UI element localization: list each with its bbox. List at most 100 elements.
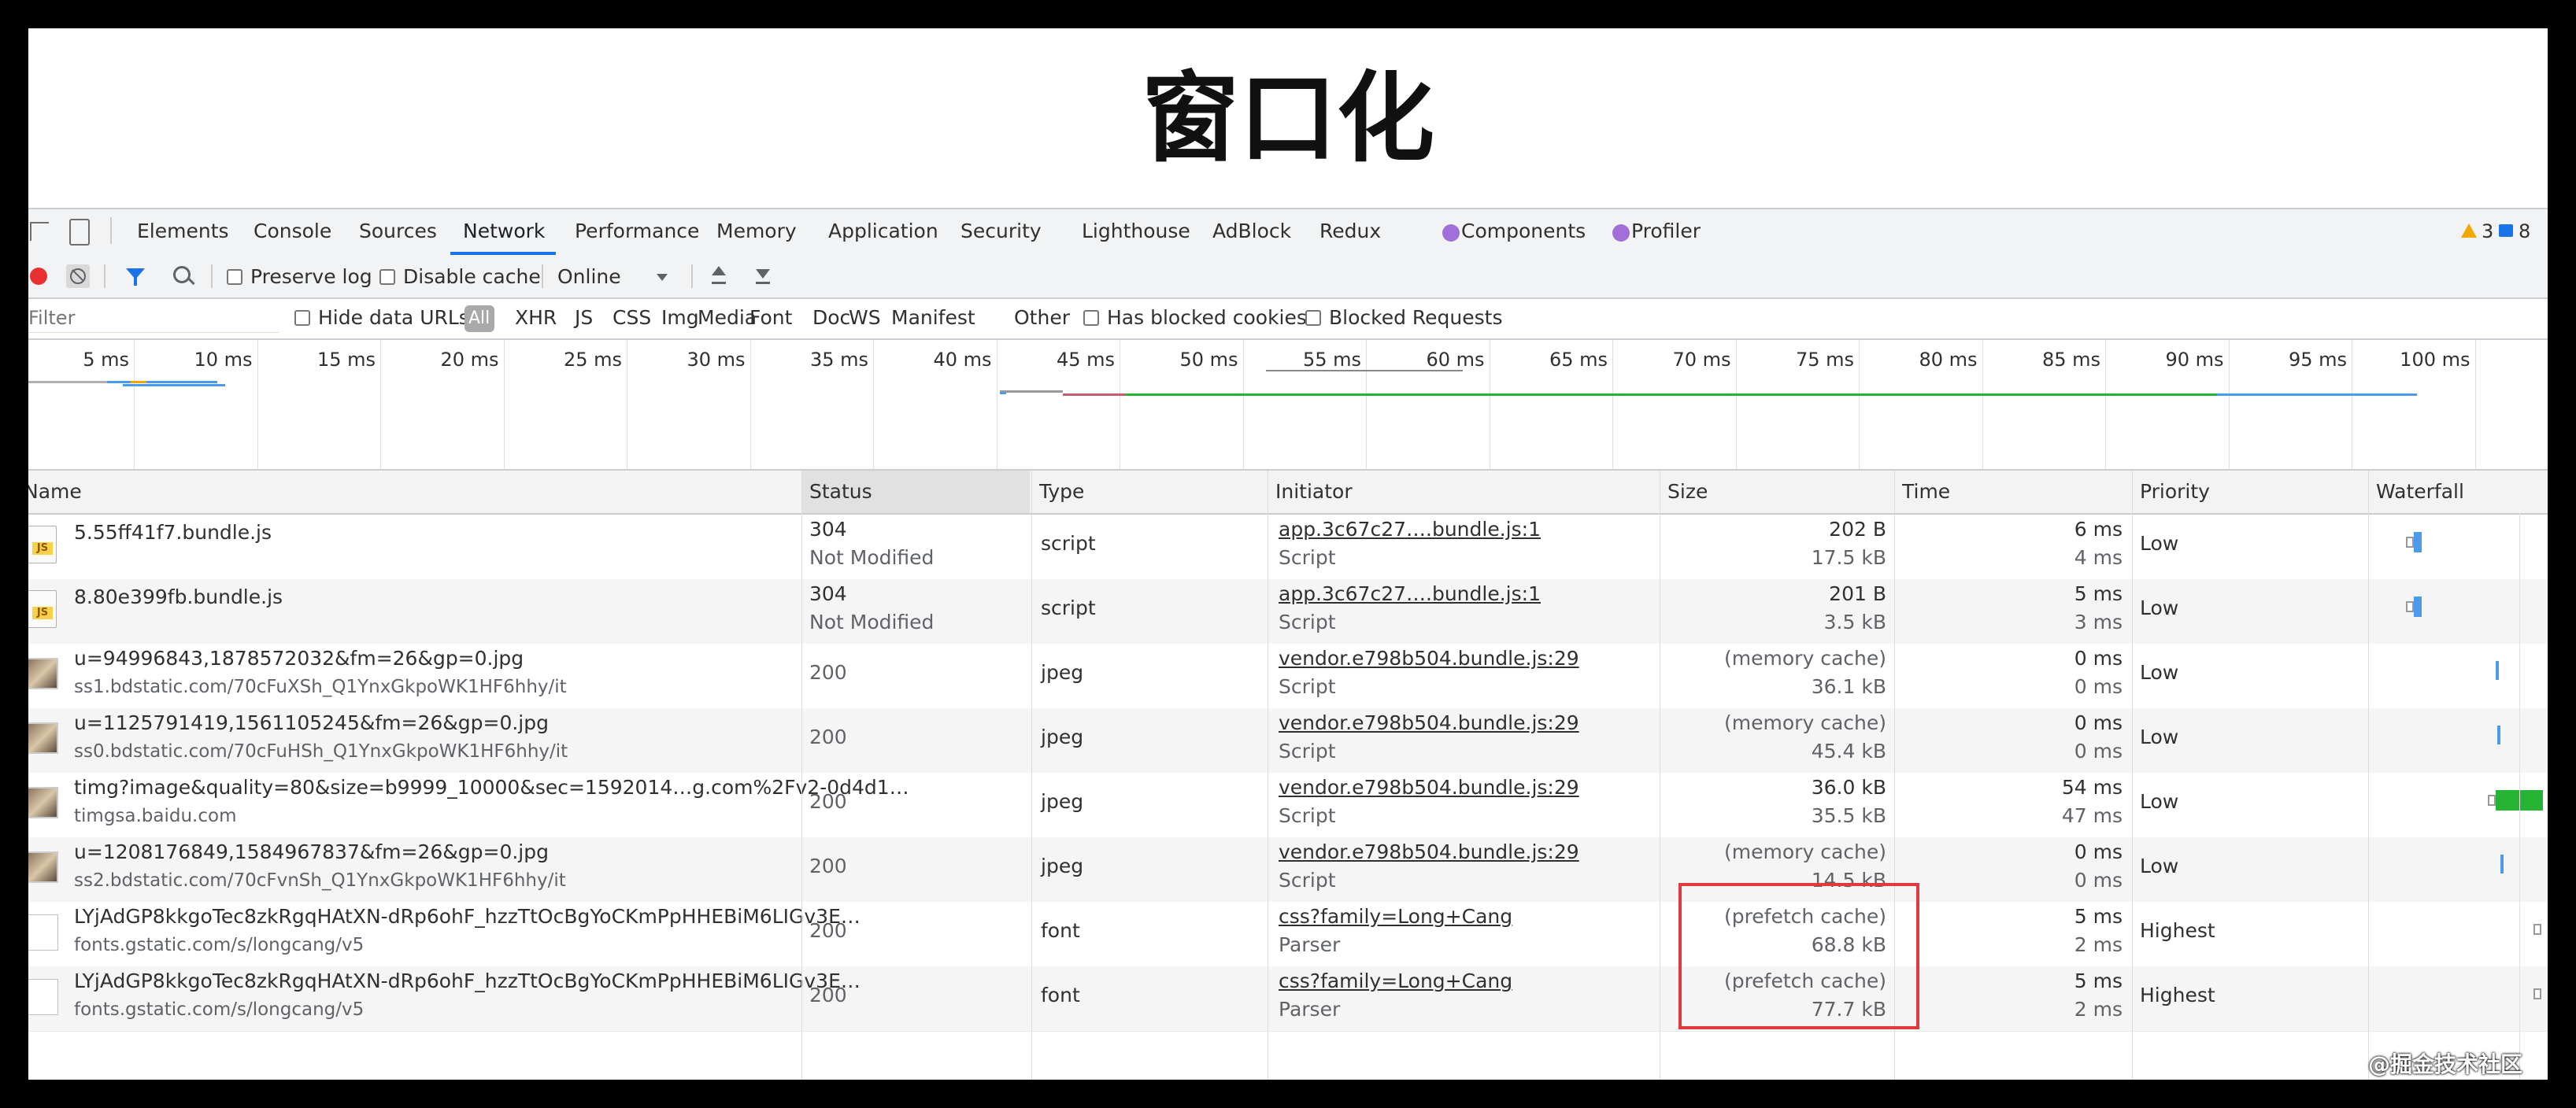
column-header-waterfall[interactable]: Waterfall xyxy=(2376,480,2464,504)
filter-type-ws[interactable]: WS xyxy=(849,306,881,330)
initiator-link[interactable]: app.3c67c27….bundle.js:1 xyxy=(1279,582,1541,606)
column-header-name[interactable]: Name xyxy=(28,480,82,504)
blocked-requests-label: Blocked Requests xyxy=(1329,306,1503,329)
request-latency: 4 ms xyxy=(2074,546,2123,569)
timeline-gridline xyxy=(2228,340,2230,469)
disable-cache-checkbox[interactable] xyxy=(379,269,395,285)
import-har-icon[interactable] xyxy=(712,266,726,275)
timeline-gridline xyxy=(1859,340,1860,469)
filter-type-media[interactable]: Media xyxy=(698,306,757,330)
initiator-link[interactable]: app.3c67c27….bundle.js:1 xyxy=(1279,518,1541,541)
status-code: 200 xyxy=(809,726,847,748)
column-header-type[interactable]: Type xyxy=(1039,480,1084,504)
divider xyxy=(104,264,105,288)
search-icon[interactable] xyxy=(173,266,191,283)
request-name[interactable]: 5.55ff41f7.bundle.js xyxy=(74,521,272,545)
request-time: 0 ms xyxy=(2074,647,2123,670)
inspect-element-icon[interactable] xyxy=(30,222,49,241)
timeline-bar xyxy=(1126,393,2244,396)
tab-elements[interactable]: Elements xyxy=(137,220,229,243)
tab-redux[interactable]: Redux xyxy=(1319,220,1381,243)
tab-profiler[interactable]: Profiler xyxy=(1631,220,1701,243)
timeline-tick-label: 85 ms xyxy=(2041,349,2100,371)
divider xyxy=(110,217,112,244)
status-code: 200 xyxy=(809,790,847,813)
tab-performance[interactable]: Performance xyxy=(575,220,699,243)
tab-components[interactable]: Components xyxy=(1461,220,1586,243)
request-domain: fonts.gstatic.com/s/longcang/v5 xyxy=(74,999,365,1020)
tab-memory[interactable]: Memory xyxy=(716,220,797,243)
timeline-tick-label: 20 ms xyxy=(440,349,499,371)
clear-icon[interactable] xyxy=(66,264,90,288)
initiator-link[interactable]: vendor.e798b504.bundle.js:29 xyxy=(1279,776,1579,800)
tab-console[interactable]: Console xyxy=(254,220,331,243)
initiator-link[interactable]: vendor.e798b504.bundle.js:29 xyxy=(1279,647,1579,670)
highlight-annotation-box xyxy=(1678,883,1919,1029)
column-header-size[interactable]: Size xyxy=(1667,480,1708,504)
warning-count[interactable]: 3 xyxy=(2482,220,2493,243)
filter-type-manifest[interactable]: Manifest xyxy=(891,306,975,330)
request-name[interactable]: u=1208176849,1584967837&fm=26&gp=0.jpg xyxy=(74,840,549,864)
hide-data-urls-checkbox[interactable] xyxy=(294,310,310,326)
request-name[interactable]: u=94996843,1878572032&fm=26&gp=0.jpg xyxy=(74,647,524,670)
priority: Low xyxy=(2140,726,2179,748)
priority: Low xyxy=(2140,532,2179,555)
initiator-link[interactable]: vendor.e798b504.bundle.js:29 xyxy=(1279,840,1579,864)
timeline-tick-label: 10 ms xyxy=(194,349,253,371)
filter-type-xhr[interactable]: XHR xyxy=(515,306,557,330)
blank-file-icon xyxy=(28,979,58,1015)
blocked-requests-checkbox[interactable] xyxy=(1305,310,1321,326)
timeline-gridline xyxy=(1366,340,1367,469)
blocked-cookies-checkbox[interactable] xyxy=(1083,310,1099,326)
timeline-tick-label: 40 ms xyxy=(933,349,992,371)
request-name[interactable]: timg?image&quality=80&size=b9999_10000&s… xyxy=(74,776,909,800)
column-header-status[interactable]: Status xyxy=(809,480,872,504)
waterfall-download-bar xyxy=(2497,726,2500,744)
tab-network[interactable]: Network xyxy=(463,220,545,243)
tab-application[interactable]: Application xyxy=(828,220,938,243)
request-type: script xyxy=(1041,532,1096,555)
filter-input[interactable] xyxy=(28,304,279,333)
request-name[interactable]: LYjAdGP8kkgoTec8zkRgqHAtXN-dRp6ohF_hzzTt… xyxy=(74,905,861,929)
tab-security[interactable]: Security xyxy=(960,220,1042,243)
request-latency: 0 ms xyxy=(2074,869,2123,892)
initiator-link[interactable]: css?family=Long+Cang xyxy=(1279,905,1512,929)
throttle-select[interactable]: Online xyxy=(557,265,621,289)
tab-sources[interactable]: Sources xyxy=(359,220,437,243)
message-count[interactable]: 8 xyxy=(2519,220,2530,243)
record-button[interactable] xyxy=(30,268,47,285)
column-divider xyxy=(2132,471,2133,1080)
chevron-down-icon[interactable] xyxy=(657,274,668,281)
device-toolbar-icon[interactable] xyxy=(69,219,90,246)
initiator-link[interactable]: css?family=Long+Cang xyxy=(1279,970,1512,993)
initiator-type: Script xyxy=(1279,804,1336,827)
tab-adblock[interactable]: AdBlock xyxy=(1212,220,1291,243)
timeline-tick-label: 35 ms xyxy=(809,349,868,371)
tab-lighthouse[interactable]: Lighthouse xyxy=(1082,220,1190,243)
filter-type-css[interactable]: CSS xyxy=(613,306,651,330)
column-header-initiator[interactable]: Initiator xyxy=(1275,480,1353,504)
divider xyxy=(691,264,693,288)
request-type: jpeg xyxy=(1041,855,1084,877)
timeline-bar xyxy=(131,381,146,383)
filter-type-img[interactable]: Img xyxy=(661,306,699,330)
export-har-icon[interactable] xyxy=(756,269,770,279)
column-header-priority[interactable]: Priority xyxy=(2140,480,2210,504)
transfer-size: 201 B xyxy=(1829,582,1886,605)
timeline-tick-label: 55 ms xyxy=(1302,349,1361,371)
warning-icon xyxy=(2461,223,2477,238)
filter-type-js[interactable]: JS xyxy=(575,306,593,330)
timeline-gridline xyxy=(2105,340,2106,469)
preserve-log-checkbox[interactable] xyxy=(227,269,242,285)
filter-type-font[interactable]: Font xyxy=(749,306,792,330)
column-header-time[interactable]: Time xyxy=(1902,480,1950,504)
initiator-type: Script xyxy=(1279,869,1336,892)
initiator-link[interactable]: vendor.e798b504.bundle.js:29 xyxy=(1279,711,1579,735)
filter-type-doc[interactable]: Doc xyxy=(812,306,850,330)
request-type: font xyxy=(1041,919,1080,942)
request-name[interactable]: LYjAdGP8kkgoTec8zkRgqHAtXN-dRp6ohF_hzzTt… xyxy=(74,970,861,993)
filter-type-other[interactable]: Other xyxy=(1014,306,1070,330)
request-name[interactable]: 8.80e399fb.bundle.js xyxy=(74,585,283,609)
filter-all-button[interactable]: All xyxy=(464,305,494,332)
request-name[interactable]: u=1125791419,1561105245&fm=26&gp=0.jpg xyxy=(74,711,549,735)
